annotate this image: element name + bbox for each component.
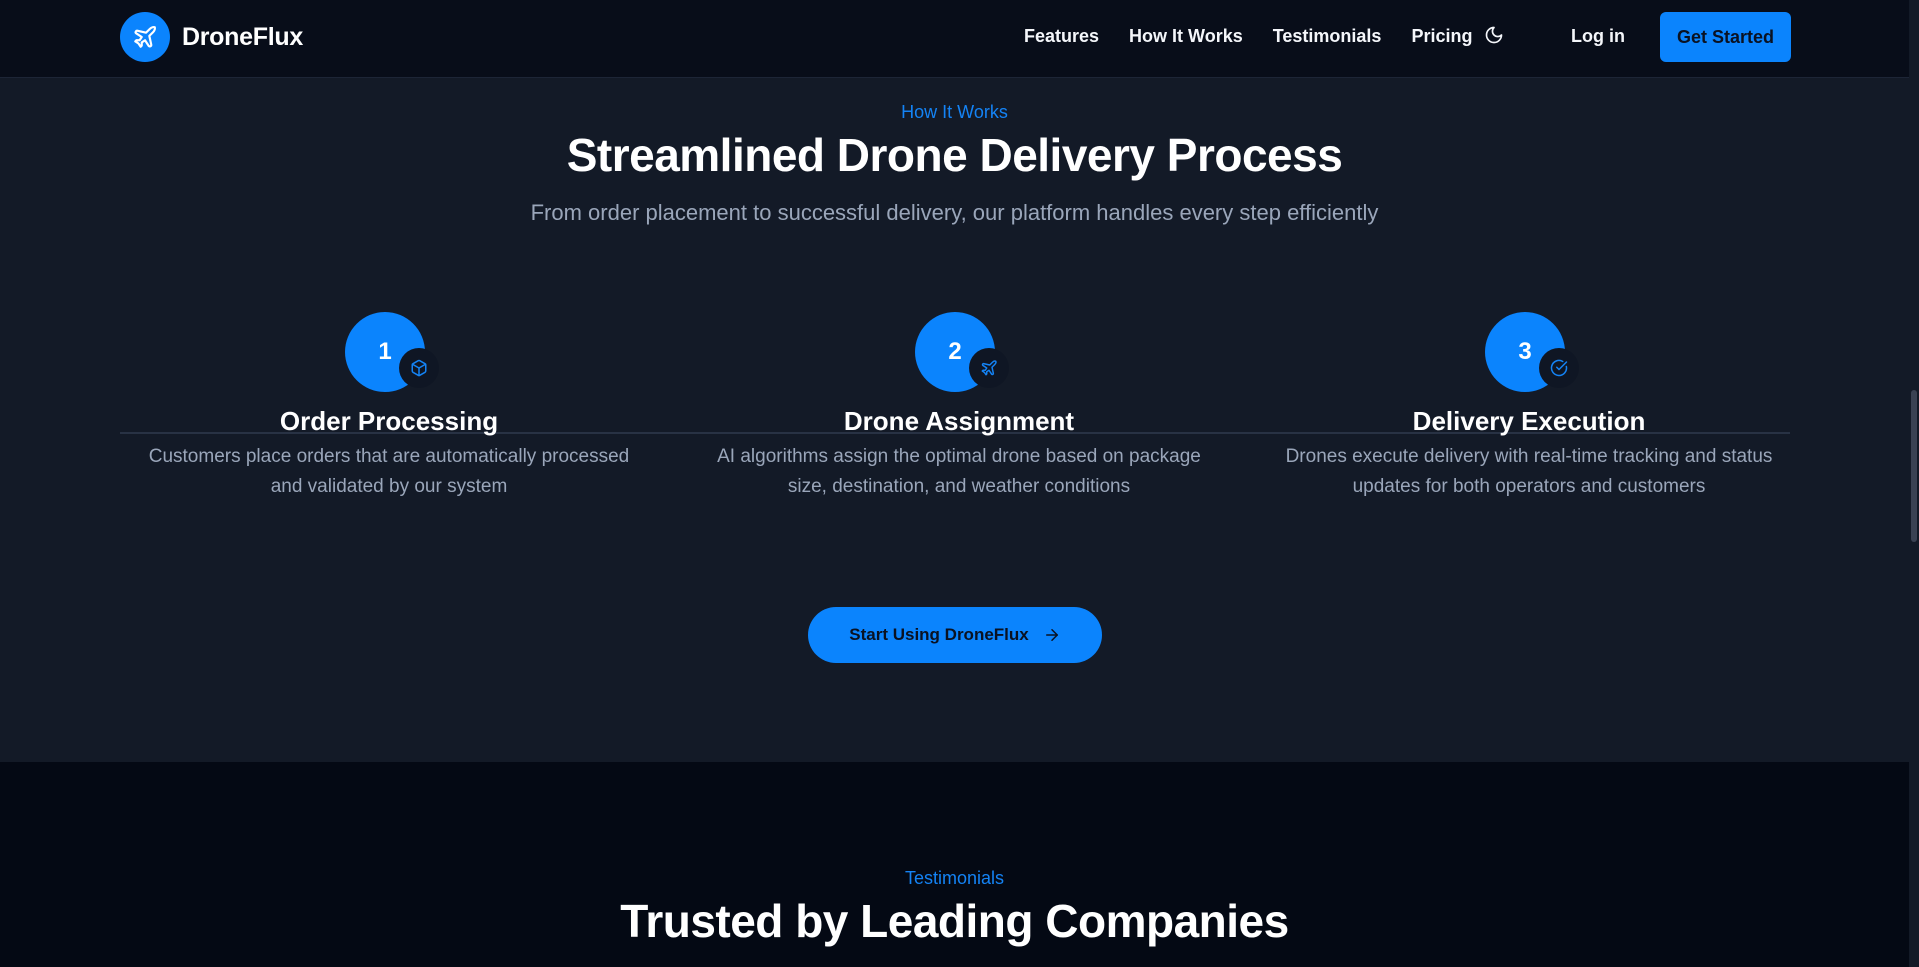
scrollbar-thumb[interactable]: [1911, 390, 1917, 542]
brand-name: DroneFlux: [182, 22, 303, 51]
section-title: Streamlined Drone Delivery Process: [566, 129, 1343, 181]
brand[interactable]: DroneFlux: [120, 12, 303, 62]
step-description: AI algorithms assign the optimal drone b…: [717, 446, 1201, 497]
page: DroneFlux Features How It Works Testimon…: [0, 0, 1919, 967]
check-circle-icon: [1539, 348, 1579, 388]
step-title: Drone Assignment: [843, 406, 1075, 436]
moon-icon[interactable]: [1484, 25, 1508, 49]
plane-icon: [120, 12, 170, 62]
testimonials-section: Testimonials Trusted by Leading Companie…: [0, 762, 1909, 967]
package-icon: [399, 348, 439, 388]
section-title: Trusted by Leading Companies: [620, 895, 1289, 947]
step-description: Drones execute delivery with real-time t…: [1285, 446, 1773, 497]
arrow-right-icon: [1043, 626, 1061, 644]
step-title: Delivery Execution: [1412, 406, 1646, 436]
section-eyebrow: Testimonials: [904, 868, 1005, 888]
nav-link-how-it-works[interactable]: How It Works: [1129, 26, 1243, 47]
step-description: Customers place orders that are automati…: [148, 446, 630, 497]
nav-link-pricing[interactable]: Pricing: [1411, 26, 1472, 47]
how-it-works-section: How It Works Streamlined Drone Delivery …: [0, 79, 1909, 762]
plane-icon: [969, 348, 1009, 388]
nav-link-features[interactable]: Features: [1024, 26, 1099, 47]
login-link[interactable]: Log in: [1571, 26, 1625, 47]
section-eyebrow: How It Works: [901, 102, 1008, 122]
top-navbar: DroneFlux Features How It Works Testimon…: [0, 0, 1909, 78]
nav-link-testimonials[interactable]: Testimonials: [1273, 26, 1382, 47]
section-subtitle: From order placement to successful deliv…: [530, 200, 1379, 225]
get-started-button[interactable]: Get Started: [1660, 12, 1791, 62]
start-using-label: Start Using DroneFlux: [849, 625, 1029, 644]
step-title: Order Processing: [279, 406, 499, 436]
start-using-button[interactable]: Start Using DroneFlux: [808, 607, 1102, 663]
nav-links: Features How It Works Testimonials Prici…: [1024, 26, 1502, 47]
